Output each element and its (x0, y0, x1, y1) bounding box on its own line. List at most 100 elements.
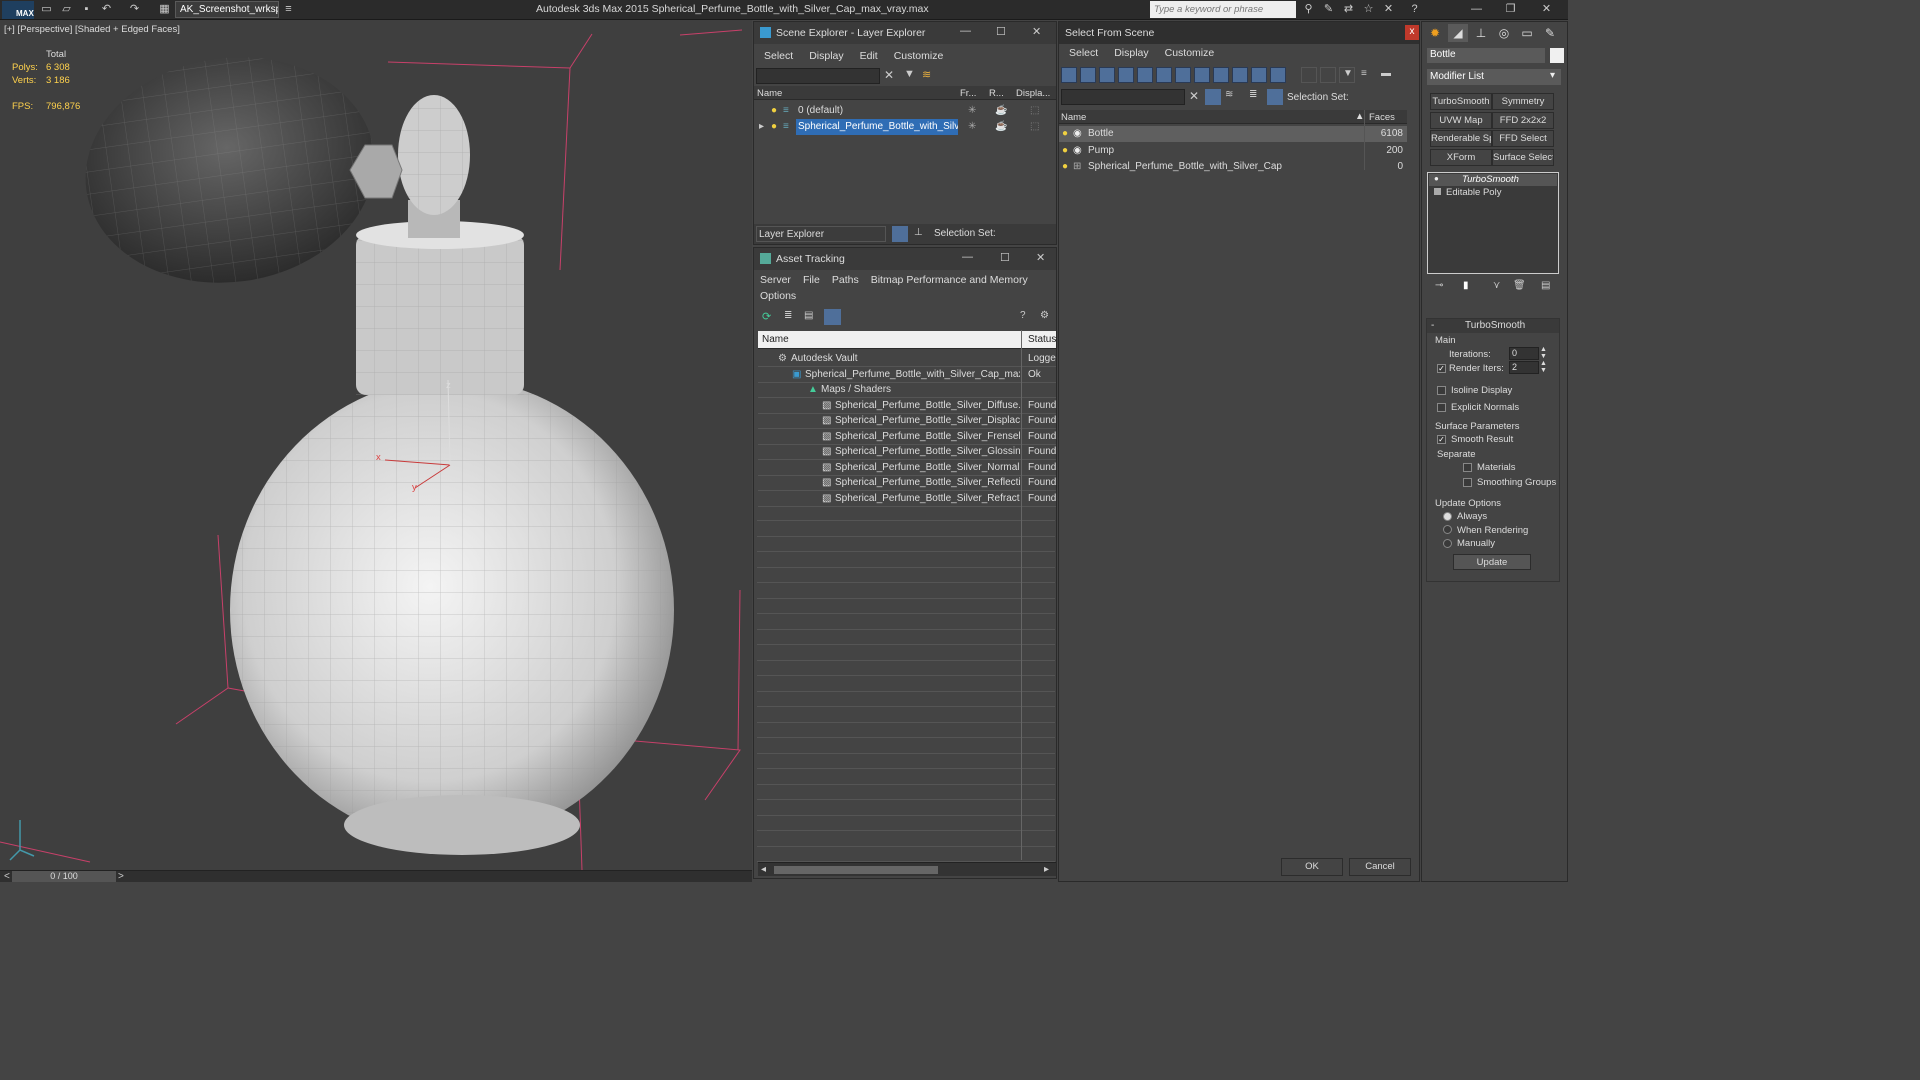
menu-bitmap-performance[interactable]: Bitmap Performance and Memory (871, 274, 1028, 286)
col-faces[interactable]: Faces (1369, 112, 1395, 123)
redo-icon[interactable]: ↷ (128, 3, 141, 16)
collapse-icon[interactable]: ▬ (1381, 68, 1391, 79)
show-end-result-icon[interactable]: ▮ (1463, 280, 1469, 291)
prev-frame-button[interactable]: < (4, 871, 10, 882)
pin-stack-icon[interactable]: ⊸ (1435, 280, 1443, 291)
filter-groups-button[interactable] (1175, 67, 1191, 83)
close-icon[interactable]: ✕ (1540, 3, 1553, 16)
col-render[interactable]: R... (989, 88, 1004, 99)
materials-checkbox[interactable] (1463, 463, 1472, 472)
viewport-label[interactable]: [+] [Perspective] [Shaded + Edged Faces] (4, 24, 180, 35)
tab-hierarchy-icon[interactable]: ⊥ (1471, 24, 1491, 42)
col-freeze[interactable]: Fr... (960, 88, 976, 99)
find-input[interactable] (1061, 89, 1185, 105)
menu-file[interactable]: File (803, 274, 820, 286)
menu-select[interactable]: Select (1069, 47, 1098, 59)
modifier-button[interactable]: Symmetry (1492, 93, 1554, 110)
smoothing-groups-checkbox[interactable] (1463, 478, 1472, 487)
lightbulb-icon[interactable]: ● (1434, 174, 1439, 183)
lightbulb-icon[interactable]: ● (771, 103, 777, 119)
maximize-icon[interactable]: ☐ (996, 25, 1006, 38)
filter-cameras-button[interactable] (1118, 67, 1134, 83)
col-status[interactable]: Status (1028, 334, 1056, 345)
refresh-icon[interactable]: ⟳ (762, 310, 771, 323)
modifier-stack[interactable]: TurboSmooth ● Editable Poly (1427, 172, 1559, 274)
isoline-display-checkbox[interactable] (1437, 386, 1446, 395)
asset-row[interactable]: ▣ Spherical_Perfume_Bottle_with_Silver_Ca… (758, 367, 1056, 383)
filter-icon[interactable]: ▼ (1343, 68, 1353, 79)
asset-row[interactable]: ▲ Maps / Shaders (758, 382, 1056, 398)
asset-row[interactable]: ▧ Spherical_Perfume_Bottle_Silver_Normal.… (758, 460, 1056, 476)
select-filter-icon[interactable] (1205, 89, 1221, 105)
modifier-button[interactable]: TurboSmooth (1430, 93, 1492, 110)
rollout-header[interactable]: - TurboSmooth (1427, 319, 1559, 333)
lightbulb-icon[interactable]: ● (1062, 159, 1068, 175)
freeze-icon[interactable]: ✳ (968, 103, 976, 119)
restore-icon[interactable]: ❐ (1504, 3, 1517, 16)
filter-none-button[interactable] (1320, 67, 1336, 83)
object-row[interactable]: ● ◉ Bottle 6108 (1059, 126, 1407, 142)
time-slider[interactable]: < 0 / 100 > (0, 870, 752, 882)
filter-helpers-button[interactable] (1137, 67, 1153, 83)
settings-icon[interactable]: ⚙ (1040, 310, 1049, 321)
minimize-icon[interactable]: — (960, 25, 971, 37)
modifier-list-dropdown[interactable]: Modifier List (1427, 69, 1561, 85)
save-icon[interactable]: ▪ (80, 3, 93, 16)
filter-all-button[interactable] (1301, 67, 1317, 83)
filter-lights-button[interactable] (1099, 67, 1115, 83)
tab-create-icon[interactable]: ✹ (1425, 24, 1445, 42)
scene-find-input[interactable] (756, 68, 880, 84)
modifier-button[interactable]: Surface Select (1492, 148, 1554, 166)
explorer-type-dropdown[interactable]: Layer Explorer (756, 226, 886, 242)
explicit-normals-checkbox[interactable] (1437, 403, 1446, 412)
modifier-button[interactable]: FFD 2x2x2 (1492, 111, 1554, 129)
asset-row[interactable]: ▧ Spherical_Perfume_Bottle_Silver_Diffuse… (758, 398, 1056, 414)
menu-select[interactable]: Select (764, 50, 793, 62)
menu-display[interactable]: Display (1114, 47, 1148, 59)
teapot-icon[interactable]: ☕ (995, 103, 1007, 119)
menu-edit[interactable]: Edit (860, 50, 878, 62)
render-iters-spinner[interactable]: 2 (1509, 361, 1539, 374)
menu-display[interactable]: Display (809, 50, 843, 62)
modifier-button[interactable]: FFD Select (1492, 130, 1554, 147)
tab-display-icon[interactable]: ▭ (1517, 24, 1537, 42)
filter-frozen-button[interactable] (1251, 67, 1267, 83)
modifier-button[interactable]: UVW Map (1430, 111, 1492, 129)
filter-hidden-button[interactable] (1270, 67, 1286, 83)
render-iters-checkbox[interactable]: ✓ (1437, 364, 1446, 373)
menu-options[interactable]: Options (760, 290, 796, 302)
always-radio[interactable] (1443, 512, 1452, 521)
teapot-icon[interactable]: ☕ (995, 119, 1007, 135)
tab-modify-icon[interactable]: ◢ (1448, 24, 1468, 42)
clear-find-icon[interactable]: ✕ (884, 68, 894, 82)
layer-sort-icon[interactable]: ≣ (1249, 89, 1257, 100)
lightbulb-icon[interactable]: ● (771, 119, 777, 135)
make-unique-icon[interactable]: ⋎ (1493, 280, 1500, 291)
tab-utilities-icon[interactable]: ✎ (1540, 24, 1560, 42)
iterations-spinner[interactable]: 0 (1509, 347, 1539, 360)
filter-shapes-button[interactable] (1080, 67, 1096, 83)
star-icon[interactable]: ☆ (1362, 3, 1375, 16)
layers-icon[interactable]: ≋ (1225, 89, 1233, 100)
table-view-icon[interactable] (824, 309, 841, 325)
hierarchy-icon[interactable]: ⊥ (914, 227, 923, 238)
help-icon[interactable]: ? (1020, 310, 1026, 321)
col-display[interactable]: Displa... (1016, 88, 1050, 99)
layer-mode-icon[interactable] (892, 226, 908, 242)
object-name-field[interactable]: Bottle (1427, 48, 1545, 63)
exchange-icon[interactable]: ⇄ (1342, 3, 1355, 16)
smooth-result-checkbox[interactable]: ✓ (1437, 435, 1446, 444)
list-view-icon[interactable]: ≣ (784, 310, 792, 321)
new-icon[interactable]: ▭ (40, 3, 53, 16)
asset-row[interactable]: ▧ Spherical_Perfume_Bottle_Silver_Refract… (758, 491, 1056, 507)
tab-motion-icon[interactable]: ◎ (1494, 24, 1514, 42)
close-button[interactable]: x (1405, 25, 1419, 40)
filter-containers-button[interactable] (1232, 67, 1248, 83)
hierarchy-mode-icon[interactable] (1267, 89, 1283, 105)
close-icon[interactable]: ✕ (1036, 251, 1045, 264)
search-input[interactable]: Type a keyword or phrase (1150, 1, 1296, 18)
app-logo[interactable]: MAX (2, 1, 34, 19)
hierarchy-icon[interactable]: ≡ (1361, 68, 1367, 79)
asset-row[interactable]: ▧ Spherical_Perfume_Bottle_Silver_Glossin… (758, 444, 1056, 460)
col-name[interactable]: Name (1061, 112, 1086, 123)
